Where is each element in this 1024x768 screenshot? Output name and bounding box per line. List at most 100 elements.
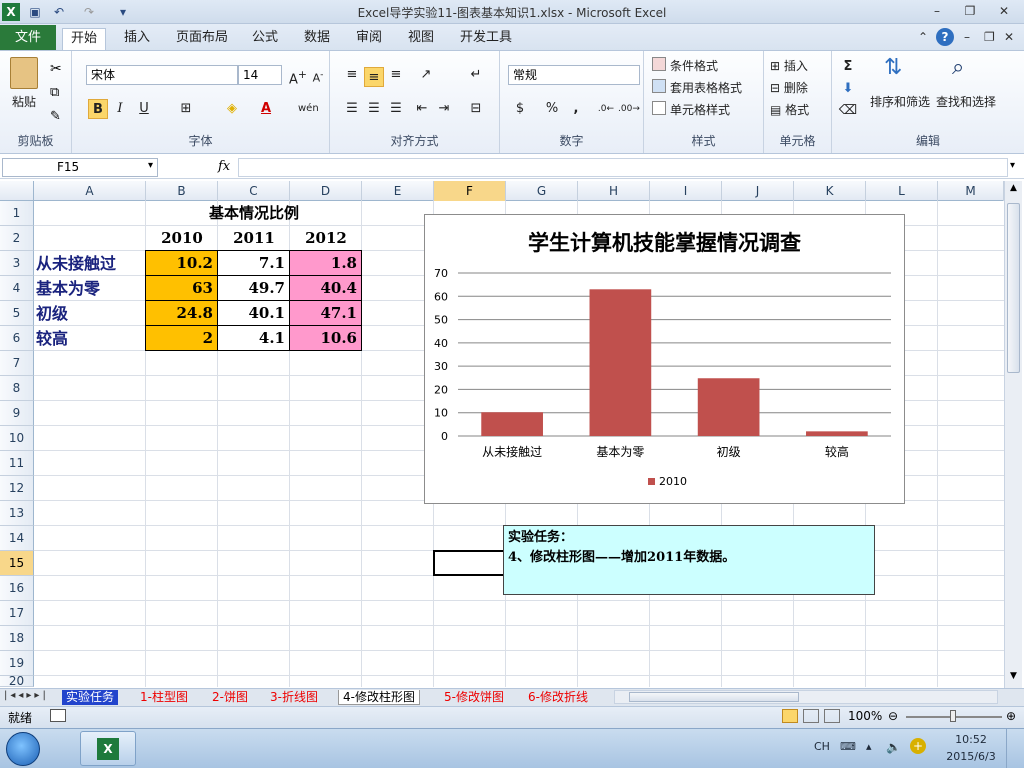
column-header[interactable]: J [722, 181, 794, 201]
borders-icon[interactable]: ⊞ [176, 99, 196, 119]
row-header[interactable]: 13 [0, 501, 34, 526]
category-label-cell[interactable]: 较高 [36, 326, 68, 351]
year-header-cell[interactable]: 2010 [146, 226, 218, 251]
column-header[interactable]: K [794, 181, 866, 201]
zoom-in-icon[interactable]: ⊕ [1006, 709, 1016, 723]
paste-icon[interactable] [10, 57, 38, 89]
page-layout-view-icon[interactable] [803, 709, 819, 723]
column-header[interactable]: D [290, 181, 362, 201]
sheet-title-cell[interactable]: 基本情况比例 [146, 201, 362, 226]
sheet-tab[interactable]: 实验任务 [62, 690, 119, 705]
row-header[interactable]: 17 [0, 601, 34, 626]
normal-view-icon[interactable] [782, 709, 798, 723]
start-button-icon[interactable] [6, 732, 40, 766]
row-header[interactable]: 19 [0, 651, 34, 676]
volume-icon[interactable]: 🔈 [886, 740, 901, 754]
zoom-level[interactable]: 100% [848, 709, 882, 723]
sheet-tab[interactable]: 1-柱型图 [136, 690, 192, 705]
tab-home[interactable]: 开始 [62, 28, 107, 50]
data-cell[interactable]: 2 [146, 326, 218, 351]
horizontal-scroll-thumb[interactable] [629, 692, 799, 702]
row-header[interactable]: 2 [0, 226, 34, 251]
row-header[interactable]: 12 [0, 476, 34, 501]
comma-button[interactable]: , [566, 99, 586, 119]
category-label-cell[interactable]: 从未接触过 [36, 251, 116, 276]
data-cell[interactable]: 10.2 [146, 251, 218, 276]
tab-page-layout[interactable]: 页面布局 [168, 28, 236, 50]
cut-icon[interactable]: ✂ [50, 61, 62, 77]
column-header[interactable]: H [578, 181, 650, 201]
decrease-decimal-icon[interactable]: .00→ [618, 99, 640, 119]
underline-button[interactable]: U [134, 99, 154, 119]
phonetic-icon[interactable]: wén [298, 99, 319, 119]
data-cell[interactable]: 63 [146, 276, 218, 301]
column-header[interactable]: C [218, 181, 290, 201]
row-header[interactable]: 1 [0, 201, 34, 226]
increase-decimal-icon[interactable]: .0← [596, 99, 616, 119]
font-color-icon[interactable]: A [256, 99, 276, 119]
name-box[interactable]: F15 [2, 158, 158, 177]
row-header[interactable]: 16 [0, 576, 34, 601]
help-icon[interactable]: ? [936, 28, 954, 46]
task-note[interactable]: 实验任务： 4、修改柱形图——增加2011年数据。 [503, 525, 875, 595]
data-cell[interactable]: 7.1 [218, 251, 290, 276]
align-center-icon[interactable]: ☰ [364, 99, 384, 119]
row-header[interactable]: 4 [0, 276, 34, 301]
grow-font-icon[interactable]: A+ [288, 65, 308, 87]
align-left-icon[interactable]: ☰ [342, 99, 362, 119]
file-tab[interactable]: 文件 [0, 25, 56, 50]
name-box-dropdown-icon[interactable]: ▾ [148, 160, 153, 171]
currency-icon[interactable]: $ [510, 99, 530, 119]
data-cell[interactable]: 40.1 [218, 301, 290, 326]
row-header[interactable]: 9 [0, 401, 34, 426]
year-header-cell[interactable]: 2011 [218, 226, 290, 251]
row-header[interactable]: 14 [0, 526, 34, 551]
sheet-nav-icon[interactable]: |◂◂▸▸| [4, 690, 49, 701]
autosum-icon[interactable]: Σ [838, 57, 858, 77]
clock-date[interactable]: 2015/6/3 [942, 750, 1000, 763]
wrap-text-icon[interactable]: ↵ [466, 65, 486, 85]
merge-center-icon[interactable]: ⊟ [466, 99, 486, 119]
column-header[interactable]: A [34, 181, 146, 201]
sheet-tab[interactable]: 6-修改折线 [524, 690, 610, 705]
data-cell[interactable]: 47.1 [290, 301, 362, 326]
category-label-cell[interactable]: 初级 [36, 301, 68, 326]
sheet-tab[interactable]: 2-饼图 [208, 690, 252, 705]
font-size-box[interactable]: 14 [238, 65, 282, 85]
minimize-button[interactable]: – [925, 2, 949, 20]
column-header[interactable]: L [866, 181, 938, 201]
page-break-view-icon[interactable] [824, 709, 840, 723]
insert-function-button[interactable]: fx [218, 159, 230, 174]
shrink-font-icon[interactable]: A- [308, 65, 328, 85]
row-header[interactable]: 11 [0, 451, 34, 476]
data-cell[interactable]: 10.6 [290, 326, 362, 351]
fill-icon[interactable]: ⬇ [838, 79, 858, 99]
column-header[interactable]: I [650, 181, 722, 201]
restore-button[interactable]: ❐ [958, 2, 982, 20]
align-bottom-icon[interactable]: ≡ [386, 65, 406, 85]
ime-indicator[interactable]: CH [814, 740, 830, 753]
insert-cells-button[interactable]: ⊞ 插入 [770, 57, 808, 74]
row-header[interactable]: 18 [0, 626, 34, 651]
row-header[interactable]: 15 [0, 551, 34, 576]
column-header[interactable]: M [938, 181, 1004, 201]
data-cell[interactable]: 24.8 [146, 301, 218, 326]
zoom-slider-thumb[interactable] [950, 710, 956, 722]
vertical-scroll-thumb[interactable] [1007, 203, 1020, 373]
tab-developer[interactable]: 开发工具 [452, 28, 520, 50]
ribbon-minimize-icon[interactable]: ⌃ [918, 30, 928, 44]
macro-record-icon[interactable] [50, 709, 66, 722]
clear-icon[interactable]: ⌫ [838, 101, 858, 121]
column-header[interactable]: E [362, 181, 434, 201]
clock-time[interactable]: 10:52 [942, 733, 1000, 746]
excel-taskbar-button[interactable]: X [80, 731, 136, 766]
row-header[interactable]: 8 [0, 376, 34, 401]
italic-button[interactable]: I [110, 99, 130, 119]
select-all-button[interactable] [0, 181, 34, 201]
data-cell[interactable]: 49.7 [218, 276, 290, 301]
scroll-up-icon[interactable]: ▲ [1006, 183, 1021, 197]
align-top-icon[interactable]: ≡ [342, 65, 362, 85]
tab-formulas[interactable]: 公式 [244, 28, 286, 50]
show-desktop-button[interactable] [1006, 729, 1024, 768]
row-header[interactable]: 20 [0, 676, 34, 687]
